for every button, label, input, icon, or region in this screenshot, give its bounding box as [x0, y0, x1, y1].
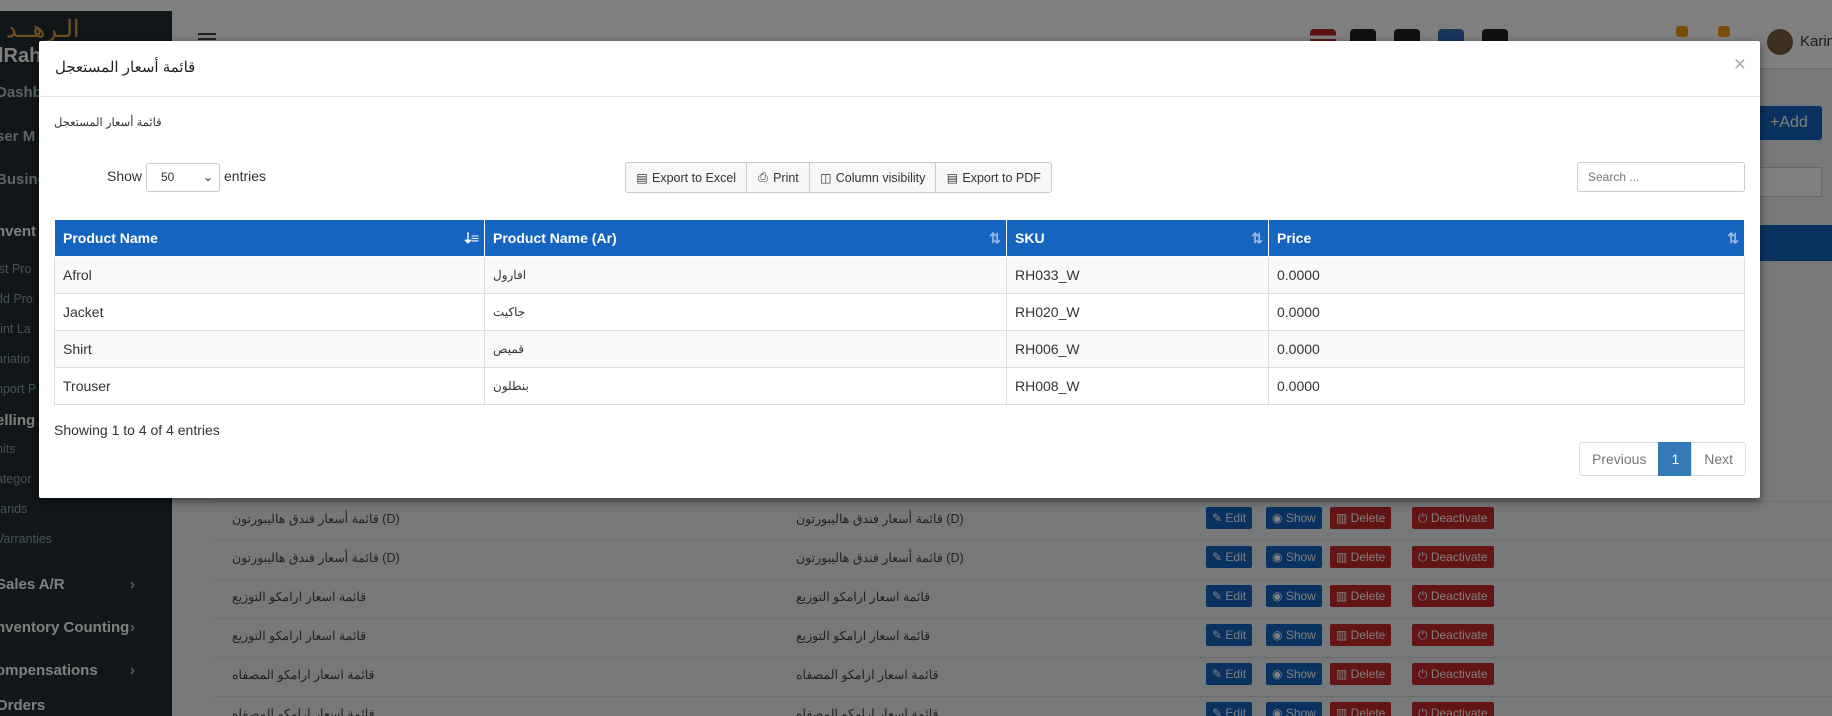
- cell-product-name-ar: بنطلون: [484, 367, 1007, 405]
- print-button[interactable]: ⎙ Print: [746, 162, 810, 193]
- modal-subtitle: قائمة أسعار المستعجل: [54, 117, 162, 129]
- cell-product-name: Shirt: [54, 330, 485, 368]
- column-header-product-name[interactable]: Product Name ⇣≡: [54, 219, 485, 257]
- cell-product-name-ar: افارول: [484, 256, 1007, 294]
- table-header-row: Product Name ⇣≡ Product Name (Ar) ⇅ SKU ⇅ P…: [54, 219, 1745, 257]
- cell-product-name: Afrol: [54, 256, 485, 294]
- table-row[interactable]: Trouser بنطلون RH008_W 0.0000: [54, 367, 1745, 405]
- sort-asc-icon: ⇣≡: [462, 230, 479, 246]
- sort-icon: ⇅: [1727, 230, 1739, 246]
- print-icon: ⎙: [758, 170, 768, 184]
- modal-header: قائمة أسعار المستعجل ×: [39, 41, 1760, 97]
- column-visibility-label: Column visibility: [835, 170, 926, 185]
- cell-sku: RH008_W: [1006, 367, 1269, 405]
- entries-select-value: 50: [161, 170, 175, 184]
- table-row[interactable]: Afrol افارول RH033_W 0.0000: [54, 256, 1745, 294]
- cell-sku: RH006_W: [1006, 330, 1269, 368]
- column-header-label: Product Name (Ar): [493, 230, 617, 246]
- column-header-label: Price: [1277, 230, 1312, 246]
- close-icon[interactable]: ×: [1734, 53, 1746, 77]
- export-excel-label: Export to Excel: [652, 170, 737, 185]
- table-row[interactable]: Jacket جاكيت RH020_W 0.0000: [54, 293, 1745, 331]
- chevron-down-icon: ⌄: [202, 170, 213, 184]
- column-header-sku[interactable]: SKU ⇅: [1006, 219, 1269, 257]
- column-header-label: SKU: [1015, 230, 1045, 246]
- cell-product-name: Trouser: [54, 367, 485, 405]
- page-1-button[interactable]: 1: [1658, 442, 1693, 476]
- export-excel-button[interactable]: ▤ Export to Excel: [625, 162, 748, 193]
- search-input[interactable]: [1577, 162, 1745, 192]
- cell-price: 0.0000: [1268, 367, 1745, 405]
- export-button-group: ▤ Export to Excel ⎙ Print ◫ Column visibili…: [625, 162, 1052, 193]
- cell-sku: RH033_W: [1006, 256, 1269, 294]
- export-pdf-button[interactable]: ▤ Export to PDF: [935, 162, 1052, 193]
- modal-title: قائمة أسعار المستعجل: [55, 59, 196, 76]
- cell-price: 0.0000: [1268, 330, 1745, 368]
- length-show-label: Show: [107, 168, 143, 184]
- print-label: Print: [773, 170, 799, 185]
- sort-icon: ⇅: [1251, 230, 1263, 246]
- file-pdf-icon: ▤: [946, 170, 959, 185]
- cell-price: 0.0000: [1268, 256, 1745, 294]
- price-list-modal: قائمة أسعار المستعجل × قائمة أسعار المست…: [39, 41, 1760, 498]
- cell-product-name-ar: قميص: [484, 330, 1007, 368]
- column-header-price[interactable]: Price ⇅: [1268, 219, 1745, 257]
- entries-select[interactable]: 50 ⌄: [146, 163, 220, 192]
- pagination: Previous 1 Next: [1579, 442, 1747, 476]
- length-entries-label: entries: [224, 168, 267, 184]
- table-info: Showing 1 to 4 of 4 entries: [54, 422, 220, 438]
- price-table: Product Name ⇣≡ Product Name (Ar) ⇅ SKU ⇅ P…: [54, 219, 1745, 405]
- previous-page-button[interactable]: Previous: [1579, 442, 1660, 476]
- file-excel-icon: ▤: [636, 170, 648, 185]
- cell-product-name-ar: جاكيت: [484, 293, 1007, 331]
- export-pdf-label: Export to PDF: [962, 170, 1041, 185]
- columns-icon: ◫: [820, 170, 832, 185]
- cell-product-name: Jacket: [54, 293, 485, 331]
- cell-sku: RH020_W: [1006, 293, 1269, 331]
- sort-icon: ⇅: [989, 230, 1001, 246]
- cell-price: 0.0000: [1268, 293, 1745, 331]
- column-header-product-name-ar[interactable]: Product Name (Ar) ⇅: [484, 219, 1007, 257]
- table-row[interactable]: Shirt قميص RH006_W 0.0000: [54, 330, 1745, 368]
- next-page-button[interactable]: Next: [1691, 442, 1747, 476]
- column-visibility-button[interactable]: ◫ Column visibility: [808, 162, 937, 193]
- column-header-label: Product Name: [63, 230, 158, 246]
